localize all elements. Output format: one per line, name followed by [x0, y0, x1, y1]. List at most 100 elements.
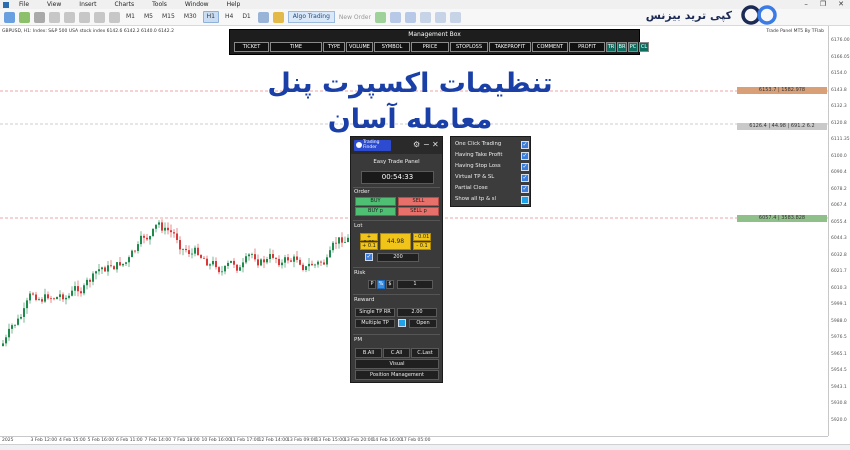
lot-value[interactable]: 44.98 — [380, 233, 411, 250]
lot-plus-01-button[interactable]: + 0.1 — [360, 242, 378, 250]
text-icon[interactable] — [94, 11, 105, 23]
candle-body — [80, 291, 82, 294]
minimize-panel-icon[interactable]: − — [423, 140, 430, 149]
col-takeprofit[interactable]: TAKEPROFIT — [489, 42, 531, 52]
option-label: Having Take Profit — [455, 152, 503, 158]
shift-icon[interactable] — [449, 11, 461, 23]
time-axis[interactable]: 2025 3 Feb 12:00 4 Feb 15:00 5 Feb 16:00 6 F… — [0, 436, 828, 444]
risk-percent-button[interactable]: % — [377, 280, 385, 289]
zoom-in-icon[interactable] — [389, 11, 401, 23]
gear-icon[interactable]: ⚙ — [413, 140, 420, 149]
candle-body — [290, 260, 292, 262]
checkbox-checked-icon[interactable]: ✓ — [521, 174, 529, 182]
pc-button[interactable]: PC — [628, 42, 638, 52]
new-chart-icon[interactable] — [4, 11, 15, 23]
risk-dollar-button[interactable]: $ — [386, 280, 394, 289]
buy-pending-button[interactable]: BUY p — [355, 207, 396, 216]
single-tp-rr-button[interactable]: Single TP RR — [355, 308, 395, 317]
col-price[interactable]: PRICE — [411, 42, 449, 52]
col-time[interactable]: TIME — [270, 42, 322, 52]
multiple-tp-checkbox[interactable] — [398, 319, 406, 327]
buy-button[interactable]: BUY — [355, 197, 396, 206]
fibo-icon[interactable] — [79, 11, 90, 23]
checkbox-checked-icon[interactable]: ✓ — [521, 163, 529, 171]
channel-icon[interactable] — [64, 11, 75, 23]
col-type[interactable]: TYPE — [323, 42, 345, 52]
col-symbol[interactable]: SYMBOL — [374, 42, 410, 52]
option-virtual-tp-sl[interactable]: Virtual TP & SL ✓ — [455, 173, 529, 182]
candle-body — [47, 294, 49, 299]
menu-help[interactable]: Help — [227, 1, 241, 8]
position-management-button[interactable]: Position Management — [355, 370, 439, 380]
menu-tools[interactable]: Tools — [152, 1, 167, 8]
grid-icon[interactable] — [419, 11, 431, 23]
lot-qty-field[interactable]: 200 — [377, 253, 419, 262]
cl-button[interactable]: CL — [639, 42, 649, 52]
checkbox-checked-icon[interactable]: ✓ — [521, 141, 529, 149]
c-last-button[interactable]: C.Last — [411, 348, 439, 358]
candle-body — [182, 248, 184, 250]
visual-button[interactable]: Visual — [355, 359, 439, 369]
tf-m5[interactable]: M5 — [141, 11, 156, 23]
zoom-out-icon[interactable] — [404, 11, 416, 23]
lot-minus-01-button[interactable]: - 0.1 — [413, 242, 431, 250]
tr-button[interactable]: TR — [606, 42, 616, 52]
price-axis[interactable]: 6176.00 6166.05 6154.0 6143.8 6132.3 6120.8 61… — [828, 26, 850, 436]
maximize-icon[interactable]: ❐ — [820, 0, 826, 8]
menu-charts[interactable]: Charts — [115, 1, 135, 8]
col-profit[interactable]: PROFIT — [569, 42, 605, 52]
tf-m15[interactable]: M15 — [159, 11, 178, 23]
sell-pending-button[interactable]: SELL p — [398, 207, 439, 216]
chart-tabs-bar[interactable] — [0, 444, 850, 450]
lot-plus-001-button[interactable]: + 0.01 — [360, 233, 378, 246]
risk-p-button[interactable]: P — [368, 280, 376, 289]
profiles-icon[interactable] — [19, 11, 30, 23]
tf-h1[interactable]: H1 — [202, 11, 219, 23]
template-icon[interactable] — [272, 11, 284, 23]
option-having-stop-loss[interactable]: Having Stop Loss ✓ — [455, 162, 529, 171]
menu-file[interactable]: File — [19, 1, 29, 8]
close-icon[interactable]: ✕ — [838, 0, 844, 8]
risk-value-field[interactable]: 1 — [397, 280, 433, 289]
checkbox-checked-icon[interactable]: ✓ — [521, 152, 529, 160]
new-order-button[interactable]: New Order — [339, 14, 371, 21]
close-panel-icon[interactable]: ✕ — [432, 140, 439, 149]
autoscroll-icon[interactable] — [434, 11, 446, 23]
shapes-icon[interactable] — [109, 11, 120, 23]
crosshair-icon[interactable] — [34, 11, 45, 23]
algo-trading-button[interactable]: Algo Trading — [287, 11, 335, 23]
menu-window[interactable]: Window — [185, 1, 209, 8]
lot-checkbox[interactable]: ✓ — [365, 253, 373, 261]
tf-m30[interactable]: M30 — [181, 11, 200, 23]
menu-insert[interactable]: Insert — [79, 1, 96, 8]
menu-view[interactable]: View — [47, 1, 61, 8]
tf-h4[interactable]: H4 — [222, 11, 236, 23]
checkbox-checked-icon[interactable]: ✓ — [521, 185, 529, 193]
minimize-icon[interactable]: – — [804, 0, 808, 8]
multiple-tp-open-button[interactable]: Open — [409, 319, 437, 328]
chart-type-icon[interactable] — [257, 11, 269, 23]
divider — [353, 187, 440, 188]
checkbox-unchecked-icon[interactable] — [521, 196, 529, 204]
col-comment[interactable]: COMMENT — [532, 42, 568, 52]
tf-m1[interactable]: M1 — [123, 11, 138, 23]
option-having-take-profit[interactable]: Having Take Profit ✓ — [455, 151, 529, 160]
option-partial-close[interactable]: Partial Close ✓ — [455, 184, 529, 193]
line-icon[interactable] — [49, 11, 60, 23]
lot-minus-001-button[interactable]: - 0.01 — [413, 233, 431, 241]
candle-body — [167, 227, 169, 231]
option-show-all-tp-sl[interactable]: Show all tp & sl — [455, 195, 529, 204]
col-ticket[interactable]: TICKET — [234, 42, 269, 52]
single-tp-rr-value[interactable]: 2.00 — [397, 308, 437, 317]
col-volume[interactable]: VOLUME — [346, 42, 373, 52]
tf-d1[interactable]: D1 — [239, 11, 253, 23]
indicator-icon[interactable] — [374, 11, 386, 23]
c-all-button[interactable]: C.All — [383, 348, 410, 358]
br-button[interactable]: BR — [617, 42, 627, 52]
candle-body — [221, 271, 223, 273]
col-stoploss[interactable]: STOPLOSS — [450, 42, 488, 52]
option-one-click-trading[interactable]: One Click Trading ✓ — [455, 140, 529, 149]
sell-button[interactable]: SELL — [398, 197, 439, 206]
b-all-button[interactable]: B.All — [355, 348, 382, 358]
multiple-tp-button[interactable]: Multiple TP — [355, 319, 395, 328]
